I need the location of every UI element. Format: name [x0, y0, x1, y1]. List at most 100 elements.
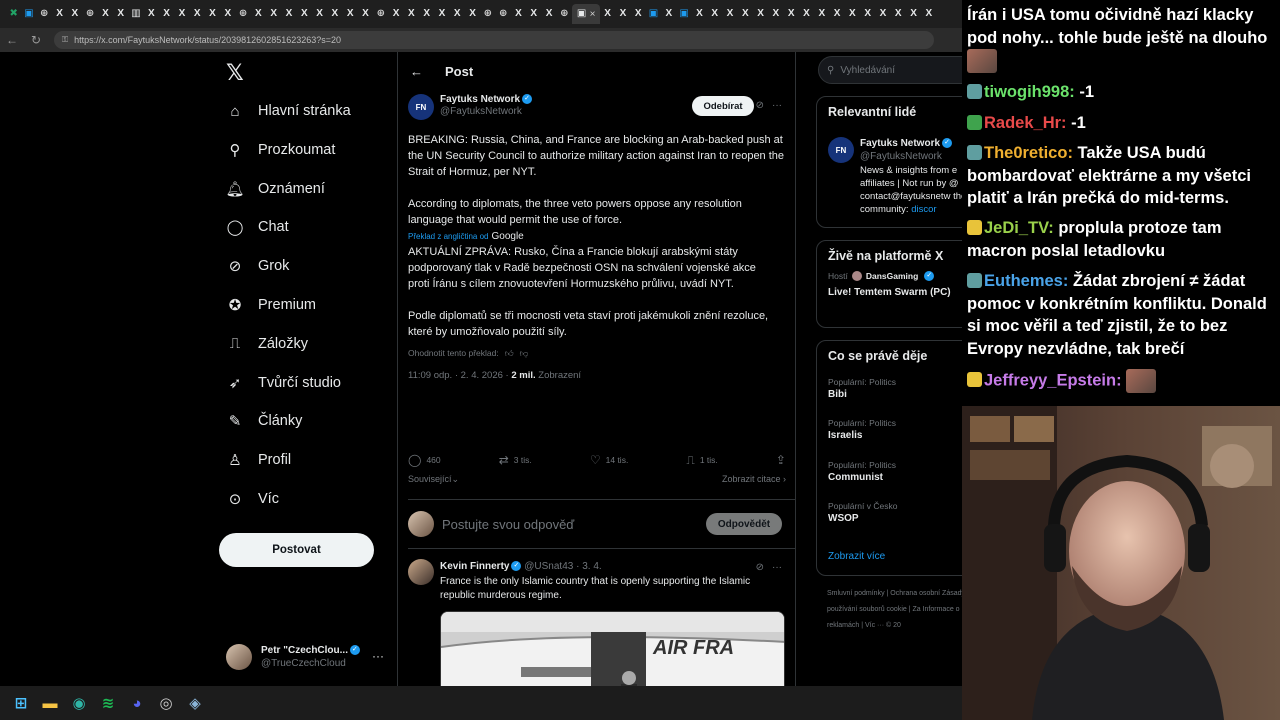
nav-creator-studio[interactable]: ➶ Tvůrčí studio	[226, 374, 341, 392]
browser-tab[interactable]: X	[465, 4, 480, 24]
browser-tab[interactable]: ⊕	[373, 4, 388, 24]
trend-item[interactable]: Populární v Česko WSOP	[828, 501, 897, 524]
browser-tab[interactable]: X	[921, 4, 936, 24]
close-tab-icon[interactable]: ×	[590, 9, 596, 20]
browser-tab[interactable]: X	[631, 4, 646, 24]
avatar[interactable]: FN	[828, 137, 854, 163]
browser-tab[interactable]: X	[707, 4, 722, 24]
nav-grok[interactable]: ⊘ Grok	[226, 257, 290, 275]
steam-icon[interactable]: ◈	[186, 694, 204, 712]
reply-input[interactable]: Postujte svou odpověď	[442, 517, 574, 532]
browser-tab[interactable]: ⊕	[235, 4, 250, 24]
tweet-timestamp[interactable]: 11:09 odp. · 2. 4. 2026 ·	[408, 370, 511, 381]
browser-tab[interactable]: X	[692, 4, 707, 24]
trend-item[interactable]: Populární: Politics Communist	[828, 460, 896, 483]
reply-submit-button[interactable]: Odpovědět	[706, 513, 782, 535]
browser-tab[interactable]: ⊕	[557, 4, 572, 24]
browser-tab[interactable]: X	[220, 4, 235, 24]
more-dots-icon[interactable]: ···	[772, 100, 782, 111]
back-arrow-icon[interactable]: ←	[410, 64, 423, 79]
person-card[interactable]: FN Faytuks Network ✓ @FaytuksNetwork	[828, 137, 953, 163]
obs-icon[interactable]: ◎	[157, 694, 175, 712]
browser-tab[interactable]: X	[738, 4, 753, 24]
quotes-link[interactable]: Zobrazit citace ›	[722, 474, 786, 488]
account-switcher[interactable]: Petr "CzechClou... ✓ @TrueCzechCloud ···	[226, 640, 396, 674]
person-handle[interactable]: @FaytuksNetwork	[860, 150, 952, 163]
live-stream-title[interactable]: Live! Temtem Swarm (PC)	[828, 287, 951, 298]
browser-tab[interactable]: X	[251, 4, 266, 24]
footer-links[interactable]: Smluvní podmínky | Ochrana osobní Zásady…	[827, 586, 962, 634]
browser-tab[interactable]: X	[661, 4, 676, 24]
avatar[interactable]: FN	[408, 94, 434, 120]
nav-bookmarks[interactable]: ⎍ Záložky	[226, 335, 308, 353]
nav-profile[interactable]: ♙ Profil	[226, 451, 291, 469]
site-info-icon[interactable]: ⚿	[62, 35, 68, 45]
author-name[interactable]: Faytuks Network	[440, 94, 520, 105]
edge-icon[interactable]: ◉	[70, 694, 88, 712]
browser-tab[interactable]: X	[829, 4, 844, 24]
person-name[interactable]: Faytuks Network	[860, 138, 940, 149]
file-explorer-icon[interactable]: ▬	[41, 694, 59, 712]
author-handle[interactable]: @USnat43 · 3. 4.	[524, 561, 601, 572]
thumbs-down-icon[interactable]: 👎︎	[520, 348, 529, 359]
browser-tab[interactable]: X	[159, 4, 174, 24]
live-host[interactable]: Hostí DansGaming ✓	[828, 271, 935, 281]
nav-more[interactable]: ⊙ Víc	[226, 490, 279, 508]
browser-tab[interactable]: ▣	[676, 4, 691, 24]
browser-tab[interactable]: X	[511, 4, 526, 24]
browser-tab[interactable]: X	[906, 4, 921, 24]
browser-tab[interactable]: X	[419, 4, 434, 24]
browser-tab[interactable]: X	[358, 4, 373, 24]
nav-chat[interactable]: ◯ Chat	[226, 218, 289, 236]
browser-tab[interactable]: X	[174, 4, 189, 24]
browser-tab[interactable]: X	[600, 4, 615, 24]
browser-tab[interactable]: ✖	[6, 4, 21, 24]
address-bar[interactable]: ⚿ https://x.com/FaytuksNetwork/status/20…	[54, 31, 934, 49]
browser-tab[interactable]: X	[388, 4, 403, 24]
browser-tab[interactable]: X	[860, 4, 875, 24]
browser-tab[interactable]: ▣ ×	[571, 4, 600, 24]
browser-tab[interactable]: X	[144, 4, 159, 24]
like-button[interactable]: ♡ 14 tis.	[590, 453, 628, 467]
follow-button[interactable]: Odebírat	[692, 96, 754, 116]
browser-tab[interactable]: X	[722, 4, 737, 24]
avatar[interactable]	[408, 559, 434, 585]
browser-tab[interactable]: X	[52, 4, 67, 24]
browser-tab[interactable]: X	[891, 4, 906, 24]
trend-item[interactable]: Populární: Politics Israelis	[828, 418, 896, 441]
browser-tab[interactable]: X	[312, 4, 327, 24]
share-button[interactable]: ⇪	[776, 453, 786, 467]
browser-tab[interactable]: X	[541, 4, 556, 24]
browser-tab[interactable]: X	[281, 4, 296, 24]
browser-tab[interactable]: X	[205, 4, 220, 24]
nav-articles[interactable]: ✎ Články	[226, 412, 303, 430]
browser-tab[interactable]: X	[327, 4, 342, 24]
browser-tab[interactable]: ⊕	[37, 4, 52, 24]
trend-item[interactable]: Populární: Politics Bibi	[828, 377, 896, 400]
grok-icon[interactable]: ⊘	[756, 100, 764, 111]
reply-button[interactable]: ◯ 460	[408, 453, 441, 467]
browser-tab[interactable]: X	[875, 4, 890, 24]
browser-tab[interactable]: X	[343, 4, 358, 24]
browser-tab[interactable]: ⊕	[82, 4, 97, 24]
author-handle[interactable]: @FaytuksNetwork	[440, 106, 532, 118]
grok-icon[interactable]: ⊘	[756, 562, 764, 573]
browser-tab[interactable]: ▥	[128, 4, 143, 24]
browser-tab[interactable]: X	[526, 4, 541, 24]
browser-tab[interactable]: X	[266, 4, 281, 24]
browser-tab[interactable]: X	[113, 4, 128, 24]
browser-tab[interactable]: ⊕	[480, 4, 495, 24]
nav-premium[interactable]: ✪ Premium	[226, 296, 316, 314]
back-arrow-icon[interactable]: ←	[0, 33, 24, 47]
more-dots-icon[interactable]: ···	[772, 562, 782, 573]
browser-tab[interactable]: X	[615, 4, 630, 24]
nav-explore[interactable]: ⚲ Prozkoumat	[226, 141, 336, 159]
browser-tab[interactable]: X	[784, 4, 799, 24]
browser-tab[interactable]: X	[98, 4, 113, 24]
x-logo-icon[interactable]: 𝕏	[226, 60, 244, 86]
browser-tab[interactable]: X	[297, 4, 312, 24]
browser-tab[interactable]: X	[67, 4, 82, 24]
browser-tab[interactable]: ▣	[21, 4, 36, 24]
browser-tab[interactable]: X	[434, 4, 449, 24]
show-more-link[interactable]: Zobrazit více	[828, 551, 885, 562]
